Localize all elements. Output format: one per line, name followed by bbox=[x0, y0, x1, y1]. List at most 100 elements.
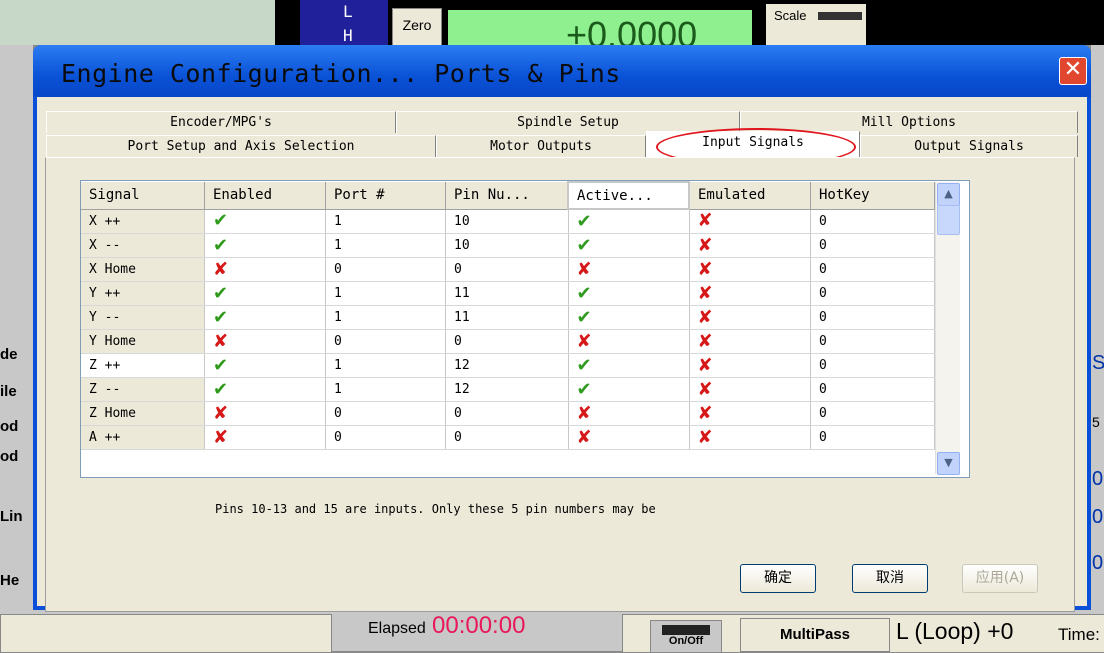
close-icon[interactable]: ✕ bbox=[1059, 57, 1087, 85]
hotkey-cell[interactable]: 0 bbox=[810, 233, 935, 258]
cross-icon[interactable]: ✘ bbox=[577, 259, 592, 280]
col-signal[interactable]: Signal bbox=[81, 182, 205, 210]
enabled-cell[interactable]: ✔ bbox=[204, 353, 326, 378]
emulated-cell[interactable]: ✘ bbox=[689, 305, 811, 330]
pin-cell[interactable]: 12 bbox=[445, 377, 569, 402]
dialog-titlebar[interactable]: Engine Configuration... Ports & Pins ✕ bbox=[33, 45, 1091, 97]
cross-icon[interactable]: ✘ bbox=[577, 403, 592, 424]
pin-cell[interactable]: 10 bbox=[445, 209, 569, 234]
signal-cell[interactable]: X -- bbox=[81, 233, 205, 258]
active-cell[interactable]: ✔ bbox=[568, 377, 690, 402]
active-cell[interactable]: ✔ bbox=[568, 305, 690, 330]
check-icon[interactable]: ✔ bbox=[213, 235, 228, 256]
hotkey-cell[interactable]: 0 bbox=[810, 353, 935, 378]
check-icon[interactable]: ✔ bbox=[577, 307, 592, 328]
port-cell[interactable]: 1 bbox=[325, 377, 446, 402]
cross-icon[interactable]: ✘ bbox=[213, 259, 228, 280]
tab-spindle-setup[interactable]: Spindle Setup bbox=[396, 111, 740, 133]
cross-icon[interactable]: ✘ bbox=[698, 379, 713, 400]
scroll-down-icon[interactable]: ▼ bbox=[937, 452, 960, 475]
col-active[interactable]: Active... bbox=[567, 181, 690, 210]
signal-cell[interactable]: Y -- bbox=[81, 305, 205, 330]
col-pin[interactable]: Pin Nu... bbox=[445, 182, 569, 210]
col-hotkey[interactable]: HotKey bbox=[810, 182, 935, 210]
ok-button[interactable]: 确定 bbox=[740, 564, 816, 593]
hotkey-cell[interactable]: 0 bbox=[810, 377, 935, 402]
emulated-cell[interactable]: ✘ bbox=[689, 425, 811, 450]
tab-motor-outputs[interactable]: Motor Outputs bbox=[436, 135, 646, 157]
check-icon[interactable]: ✔ bbox=[577, 235, 592, 256]
check-icon[interactable]: ✔ bbox=[577, 283, 592, 304]
port-cell[interactable]: 1 bbox=[325, 281, 446, 306]
active-cell[interactable]: ✘ bbox=[568, 425, 690, 450]
enabled-cell[interactable]: ✘ bbox=[204, 329, 326, 354]
cancel-button[interactable]: 取消 bbox=[852, 564, 928, 593]
emulated-cell[interactable]: ✘ bbox=[689, 209, 811, 234]
emulated-cell[interactable]: ✘ bbox=[689, 377, 811, 402]
enabled-cell[interactable]: ✔ bbox=[204, 233, 326, 258]
hotkey-cell[interactable]: 0 bbox=[810, 281, 935, 306]
active-cell[interactable]: ✔ bbox=[568, 353, 690, 378]
cross-icon[interactable]: ✘ bbox=[577, 427, 592, 448]
onoff-button[interactable]: On/Off bbox=[650, 620, 722, 653]
multipass-button[interactable]: MultiPass bbox=[740, 618, 890, 652]
cross-icon[interactable]: ✘ bbox=[698, 403, 713, 424]
signal-cell[interactable]: Y ++ bbox=[81, 281, 205, 306]
table-row[interactable]: Y -- ✔ 1 11 ✔ ✘ 0 bbox=[81, 305, 935, 330]
pin-cell[interactable]: 0 bbox=[445, 401, 569, 426]
check-icon[interactable]: ✔ bbox=[577, 355, 592, 376]
cross-icon[interactable]: ✘ bbox=[698, 427, 713, 448]
port-cell[interactable]: 0 bbox=[325, 425, 446, 450]
cross-icon[interactable]: ✘ bbox=[213, 331, 228, 352]
active-cell[interactable]: ✔ bbox=[568, 209, 690, 234]
active-cell[interactable]: ✘ bbox=[568, 329, 690, 354]
table-row[interactable]: A ++ ✘ 0 0 ✘ ✘ 0 bbox=[81, 425, 935, 450]
active-cell[interactable]: ✔ bbox=[568, 281, 690, 306]
emulated-cell[interactable]: ✘ bbox=[689, 329, 811, 354]
active-cell[interactable]: ✘ bbox=[568, 257, 690, 282]
signal-cell[interactable]: Z Home bbox=[81, 401, 205, 426]
check-icon[interactable]: ✔ bbox=[213, 379, 228, 400]
grid-scrollbar[interactable]: ▲ ▼ bbox=[935, 182, 960, 475]
emulated-cell[interactable]: ✘ bbox=[689, 401, 811, 426]
cross-icon[interactable]: ✘ bbox=[577, 331, 592, 352]
hotkey-cell[interactable]: 0 bbox=[810, 257, 935, 282]
signal-cell[interactable]: X ++ bbox=[81, 209, 205, 234]
enabled-cell[interactable]: ✘ bbox=[204, 401, 326, 426]
cross-icon[interactable]: ✘ bbox=[698, 331, 713, 352]
enabled-cell[interactable]: ✘ bbox=[204, 257, 326, 282]
cross-icon[interactable]: ✘ bbox=[698, 283, 713, 304]
table-row[interactable]: X -- ✔ 1 10 ✔ ✘ 0 bbox=[81, 233, 935, 258]
port-cell[interactable]: 1 bbox=[325, 353, 446, 378]
cross-icon[interactable]: ✘ bbox=[698, 210, 713, 231]
table-row[interactable]: X Home ✘ 0 0 ✘ ✘ 0 bbox=[81, 257, 935, 282]
pin-cell[interactable]: 10 bbox=[445, 233, 569, 258]
input-signals-grid[interactable]: Signal Enabled Port # Pin Nu... Active..… bbox=[80, 180, 970, 478]
cross-icon[interactable]: ✘ bbox=[698, 259, 713, 280]
port-cell[interactable]: 0 bbox=[325, 329, 446, 354]
port-cell[interactable]: 1 bbox=[325, 209, 446, 234]
enabled-cell[interactable]: ✔ bbox=[204, 281, 326, 306]
col-emulated[interactable]: Emulated bbox=[689, 182, 811, 210]
check-icon[interactable]: ✔ bbox=[213, 210, 228, 231]
background-zero-button[interactable]: Zero bbox=[392, 8, 442, 47]
cross-icon[interactable]: ✘ bbox=[213, 403, 228, 424]
scroll-up-icon[interactable]: ▲ bbox=[937, 183, 960, 206]
hotkey-cell[interactable]: 0 bbox=[810, 401, 935, 426]
table-row[interactable]: X ++ ✔ 1 10 ✔ ✘ 0 bbox=[81, 209, 935, 234]
col-enabled[interactable]: Enabled bbox=[204, 182, 326, 210]
check-icon[interactable]: ✔ bbox=[577, 379, 592, 400]
check-icon[interactable]: ✔ bbox=[577, 211, 592, 232]
hotkey-cell[interactable]: 0 bbox=[810, 425, 935, 450]
emulated-cell[interactable]: ✘ bbox=[689, 353, 811, 378]
table-row[interactable]: Z Home ✘ 0 0 ✘ ✘ 0 bbox=[81, 401, 935, 426]
scroll-thumb[interactable] bbox=[937, 205, 960, 235]
tab-output-signals[interactable]: Output Signals bbox=[860, 135, 1078, 157]
apply-button[interactable]: 应用(A) bbox=[962, 564, 1038, 593]
emulated-cell[interactable]: ✘ bbox=[689, 233, 811, 258]
cross-icon[interactable]: ✘ bbox=[698, 307, 713, 328]
hotkey-cell[interactable]: 0 bbox=[810, 209, 935, 234]
signal-cell[interactable]: A ++ bbox=[81, 425, 205, 450]
signal-cell[interactable]: Z ++ bbox=[81, 353, 205, 378]
pin-cell[interactable]: 0 bbox=[445, 425, 569, 450]
